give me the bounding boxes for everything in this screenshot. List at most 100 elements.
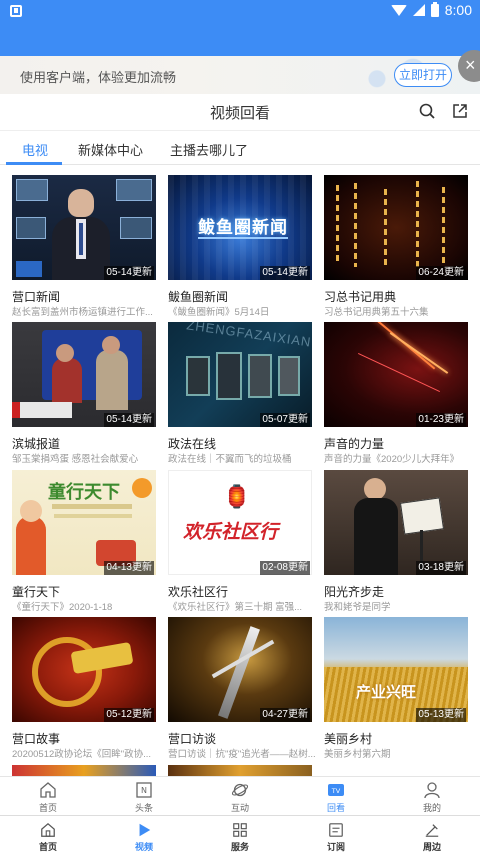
subscribe-icon bbox=[329, 823, 343, 837]
app-nav-nearby[interactable]: 周边 bbox=[384, 816, 480, 855]
home-icon bbox=[40, 782, 56, 798]
video-title: 政法在线 bbox=[168, 437, 217, 451]
video-title: 习总书记用典 bbox=[324, 290, 397, 304]
video-description: 我和姥爷是同学 bbox=[324, 602, 391, 613]
app-nav-home[interactable]: 首页 bbox=[0, 816, 96, 855]
video-title: 美丽乡村 bbox=[324, 732, 373, 746]
video-card[interactable]: 🏮 欢乐社区行 02-08更新 欢乐社区行 《欢乐社区行》第三十期 富强... bbox=[168, 470, 312, 616]
update-date-badge: 06-24更新 bbox=[416, 266, 466, 280]
video-card[interactable]: 鲅鱼圈新闻 05-14更新 鲅鱼圈新闻 《鲅鱼圈新闻》5月14日 bbox=[168, 175, 312, 321]
notification-icon bbox=[10, 5, 22, 17]
video-thumbnail[interactable] bbox=[12, 175, 156, 280]
video-title: 营口故事 bbox=[12, 732, 61, 746]
video-description: 邹玉棠捐鸡蛋 感恩社会献爱心 bbox=[12, 454, 139, 465]
video-title: 阳光齐步走 bbox=[324, 585, 385, 599]
nav-label: 订阅 bbox=[326, 842, 345, 852]
update-date-badge: 05-13更新 bbox=[416, 708, 466, 722]
nav-label: 我的 bbox=[422, 803, 441, 813]
wifi-icon bbox=[390, 4, 407, 16]
news-icon: N bbox=[136, 782, 152, 798]
video-description: 《欢乐社区行》第三十期 富强... bbox=[168, 602, 303, 613]
nav-label: 互动 bbox=[230, 803, 249, 813]
open-app-button[interactable]: 立即打开 bbox=[394, 63, 452, 87]
nav-label: 周边 bbox=[422, 842, 441, 852]
nav-interact[interactable]: 互动 bbox=[192, 777, 288, 816]
video-description: 营口访谈｜抗"疫"追光者——赵树... bbox=[168, 749, 316, 760]
video-card[interactable]: 05-12更新 营口故事 20200512政协论坛《回眸"政协... bbox=[12, 617, 156, 763]
thumb-caption: 童行天下 bbox=[48, 482, 120, 502]
video-card[interactable]: 04-27更新 营口访谈 营口访谈｜抗"疫"追光者——赵树... bbox=[168, 617, 316, 763]
nav-mine[interactable]: 我的 bbox=[384, 777, 480, 816]
nearby-icon bbox=[425, 824, 439, 837]
video-card[interactable]: 产业兴旺 05-13更新 美丽乡村 美丽乡村第六期 bbox=[324, 617, 468, 763]
app-nav-subscribe[interactable]: 订阅 bbox=[288, 816, 384, 855]
planet-icon bbox=[231, 783, 249, 797]
video-thumbnail[interactable] bbox=[168, 617, 312, 722]
update-date-badge: 05-14更新 bbox=[260, 266, 310, 280]
update-date-badge: 05-14更新 bbox=[104, 413, 154, 427]
tv-icon: TV bbox=[328, 784, 344, 796]
status-bar: 8:00 bbox=[0, 0, 480, 56]
video-title: 声音的力量 bbox=[324, 437, 385, 451]
battery-icon bbox=[430, 1, 439, 17]
nav-label: 服务 bbox=[230, 842, 249, 852]
nav-label: 回看 bbox=[326, 803, 345, 813]
video-card[interactable]: 03-18更新 阳光齐步走 我和姥爷是同学 bbox=[324, 470, 468, 616]
search-icon[interactable] bbox=[419, 103, 435, 119]
nav-label: 视频 bbox=[134, 842, 153, 852]
video-card[interactable]: ZHENGFAZAIXIAN 05-07更新 政法在线 政法在线｜不翼而飞的垃圾… bbox=[168, 322, 312, 468]
video-thumbnail[interactable] bbox=[12, 322, 156, 427]
video-description: 政法在线｜不翼而飞的垃圾桶 bbox=[168, 454, 292, 465]
thumb-caption: 产业兴旺 bbox=[356, 684, 417, 701]
video-card[interactable]: 05-14更新 滨城报道 邹玉棠捐鸡蛋 感恩社会献爱心 bbox=[12, 322, 156, 468]
video-card[interactable]: 06-24更新 习总书记用典 习总书记用典第五十六集 bbox=[324, 175, 468, 321]
video-card[interactable]: 01-23更新 声音的力量 声音的力量《2020少儿大拜年》 bbox=[324, 322, 468, 468]
video-thumbnail[interactable] bbox=[324, 470, 468, 575]
tab-tv[interactable]: 电视 bbox=[22, 140, 48, 159]
video-thumbnail[interactable]: 产业兴旺 bbox=[324, 617, 468, 722]
video-title: 鲅鱼圈新闻 bbox=[168, 290, 229, 304]
nav-replay[interactable]: TV 回看 bbox=[288, 777, 384, 816]
video-thumbnail[interactable]: 鲅鱼圈新闻 bbox=[168, 175, 312, 280]
video-thumbnail[interactable] bbox=[324, 322, 468, 427]
video-thumbnail[interactable] bbox=[12, 617, 156, 722]
thumb-caption: 鲅鱼圈新闻 bbox=[198, 218, 288, 237]
nav-home[interactable]: 首页 bbox=[0, 777, 96, 816]
open-app-banner: 使用客户端，体验更加流畅 立即打开 bbox=[0, 56, 480, 94]
category-tabs: 电视 新媒体中心 主播去哪儿了 bbox=[0, 130, 480, 165]
video-description: 20200512政协论坛《回眸"政协... bbox=[12, 749, 152, 760]
signal-icon bbox=[412, 4, 425, 16]
video-thumbnail[interactable]: 童行天下 bbox=[12, 470, 156, 575]
video-thumbnail[interactable] bbox=[324, 175, 468, 280]
app-nav-service[interactable]: 服务 bbox=[192, 816, 288, 855]
app-nav-video[interactable]: 视频 bbox=[96, 816, 192, 855]
video-description: 声音的力量《2020少儿大拜年》 bbox=[324, 454, 460, 465]
status-time: 8:00 bbox=[444, 2, 472, 18]
video-card[interactable]: 05-14更新 营口新闻 赵长富到盖州市杨运镇进行工作... bbox=[12, 175, 156, 321]
share-icon[interactable] bbox=[452, 103, 468, 119]
banner-text: 使用客户端，体验更加流畅 bbox=[20, 70, 177, 85]
update-date-badge: 04-27更新 bbox=[260, 708, 310, 722]
app-bottom-nav: 首页 视频 服务 订阅 周边 bbox=[0, 815, 480, 855]
thumb-caption: ZHENGFAZAIXIAN bbox=[185, 322, 312, 350]
person-icon bbox=[424, 782, 440, 799]
nav-label: 首页 bbox=[38, 803, 57, 813]
video-thumbnail[interactable]: ZHENGFAZAIXIAN bbox=[168, 322, 312, 427]
video-title: 欢乐社区行 bbox=[168, 585, 229, 599]
status-indicators: 8:00 bbox=[390, 1, 472, 18]
nav-headlines[interactable]: N 头条 bbox=[96, 777, 192, 816]
tab-new-media-center[interactable]: 新媒体中心 bbox=[78, 140, 143, 159]
video-card[interactable]: 童行天下 04-13更新 童行天下 《童行天下》2020-1-18 bbox=[12, 470, 156, 616]
nav-label: 头条 bbox=[134, 803, 153, 813]
video-thumbnail-partial bbox=[12, 765, 156, 776]
play-icon bbox=[139, 823, 151, 837]
page-header: 视频回看 bbox=[0, 94, 480, 130]
tab-host-where[interactable]: 主播去哪儿了 bbox=[170, 140, 248, 159]
video-title: 营口访谈 bbox=[168, 732, 217, 746]
active-tab-indicator bbox=[6, 162, 62, 165]
thumb-caption: 欢乐社区行 bbox=[183, 522, 279, 543]
update-date-badge: 04-13更新 bbox=[104, 561, 154, 575]
video-description: 美丽乡村第六期 bbox=[324, 749, 391, 760]
svg-text:TV: TV bbox=[331, 787, 341, 795]
video-thumbnail[interactable]: 🏮 欢乐社区行 bbox=[168, 470, 312, 575]
